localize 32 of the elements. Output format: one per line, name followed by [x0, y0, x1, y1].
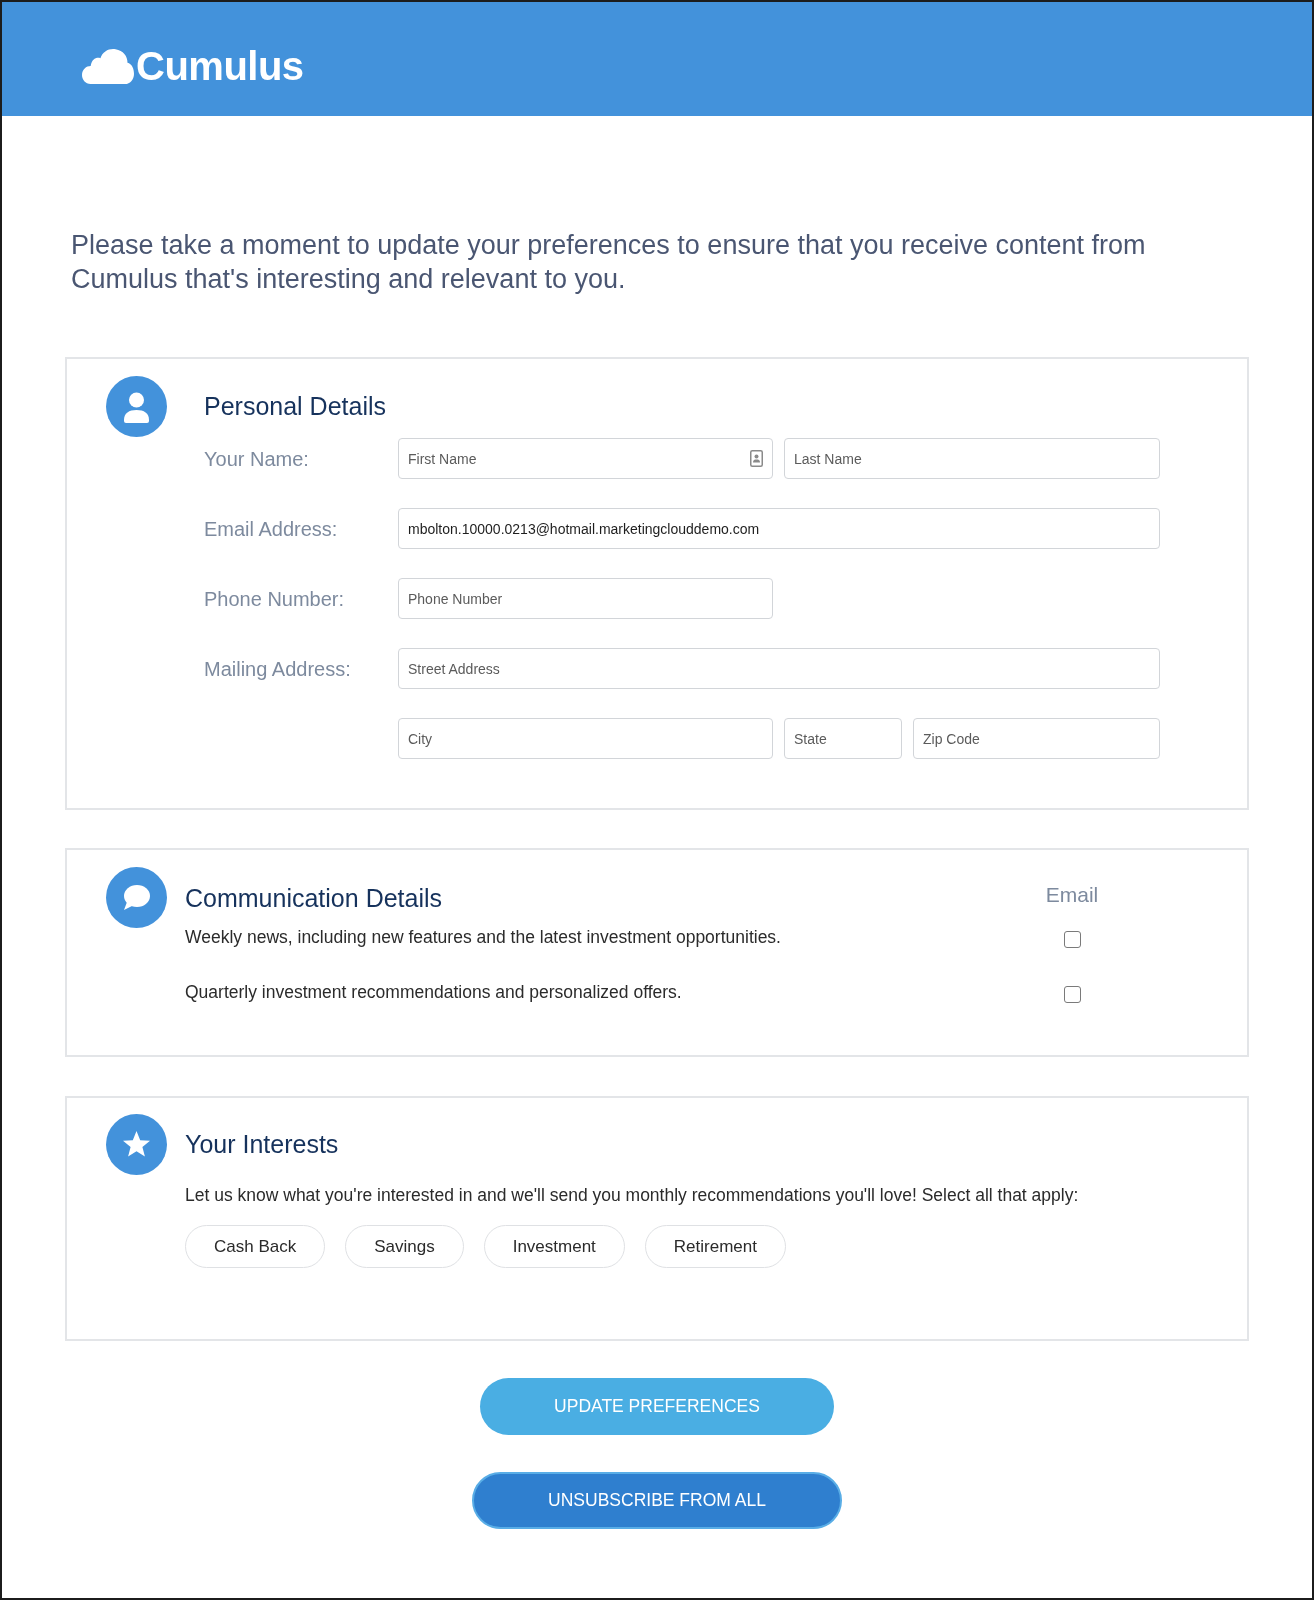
cloud-logo-icon: [82, 48, 134, 84]
last-name-field[interactable]: Last Name: [784, 438, 1160, 479]
interests-description: Let us know what you're interested in and we'll send you monthly recommendations you'll love! Select all that apply:: [185, 1184, 1080, 1206]
field-label: Mailing Address:: [204, 656, 352, 681]
chat-bubble-icon: [106, 867, 167, 928]
field-label: Phone Number:: [204, 586, 346, 611]
email-field[interactable]: mbolton.10000.0213@hotmail.marketingclouddemo.com: [398, 508, 1160, 549]
field-label: Email Address:: [204, 516, 339, 541]
contact-card-icon[interactable]: [750, 450, 763, 467]
logo-text: Cumulus: [136, 43, 304, 89]
interest-chip[interactable]: Cash Back: [185, 1225, 326, 1268]
intro-text: Please take a moment to update your preferences to ensure that you receive content from Cumulus that's interesting and relevant to you.: [71, 229, 1147, 296]
section-title: Your Interests: [185, 1129, 339, 1159]
section-title: Communication Details: [185, 883, 443, 913]
email-checkbox[interactable]: [1063, 985, 1081, 1003]
state-field[interactable]: State: [784, 718, 902, 759]
interest-chip[interactable]: Retirement: [644, 1225, 786, 1268]
field-label: Your Name:: [204, 446, 310, 471]
unsubscribe-button[interactable]: UNSUBSCRIBE FROM ALL: [472, 1472, 842, 1529]
interest-chip[interactable]: Investment: [483, 1225, 625, 1268]
zip-code-field[interactable]: Zip Code: [913, 718, 1160, 759]
option-text: Weekly news, including new features and the latest investment opportunities.: [185, 926, 782, 949]
interest-chip[interactable]: Savings: [345, 1225, 464, 1268]
email-checkbox[interactable]: [1063, 930, 1081, 948]
person-icon: [106, 376, 167, 437]
section-title: Personal Details: [204, 391, 387, 421]
city-field[interactable]: City: [398, 718, 773, 759]
phone-field[interactable]: Phone Number: [398, 578, 773, 619]
option-text: Quarterly investment recommendations and personalized offers.: [185, 981, 683, 1004]
first-name-field[interactable]: First Name: [398, 438, 773, 479]
street-address-field[interactable]: Street Address: [398, 648, 1160, 689]
column-heading: Email: [1044, 882, 1100, 908]
